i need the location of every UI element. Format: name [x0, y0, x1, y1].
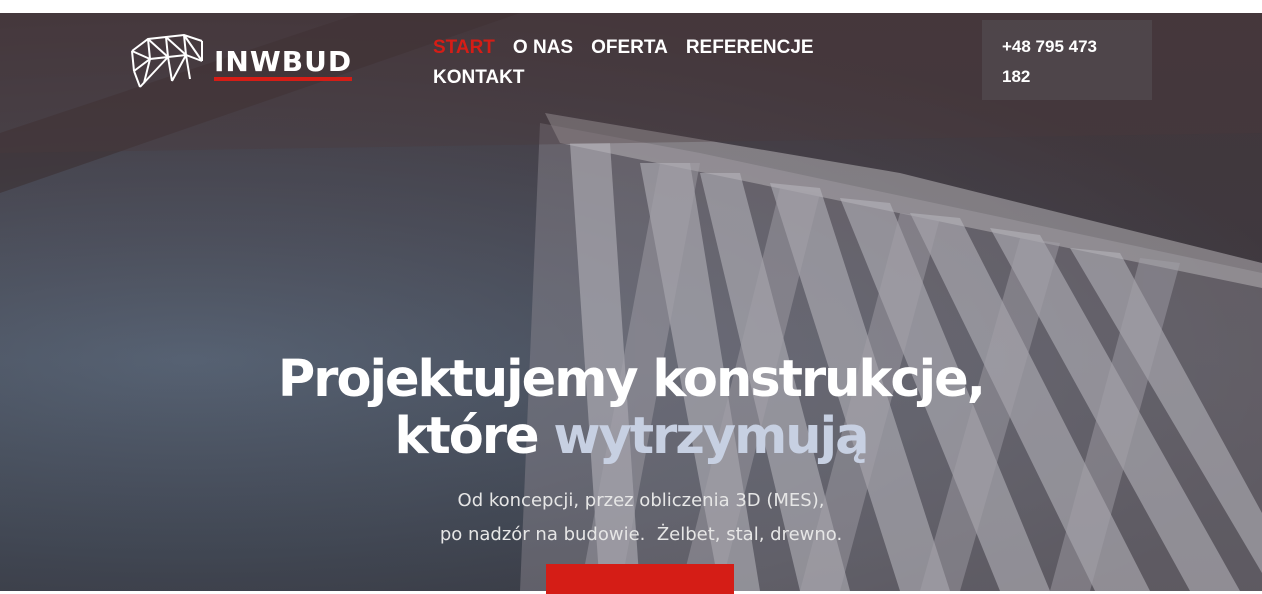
nav-item-o-nas[interactable]: O NAS: [513, 33, 573, 63]
brand-name: INWBUD: [214, 45, 353, 81]
hero-subtitle: Od koncepcji, przez obliczenia 3D (MES),…: [0, 484, 1262, 552]
subtitle-line-1: Od koncepcji, przez obliczenia 3D (MES),: [457, 490, 825, 511]
nav-item-kontakt[interactable]: KONTAKT: [433, 63, 524, 93]
headline-accent: wytrzymują: [553, 407, 869, 466]
nav-item-start[interactable]: START: [433, 33, 495, 63]
brand-logo[interactable]: INWBUD: [128, 31, 353, 91]
main-nav: START O NAS OFERTA REFERENCJE KONTAKT: [433, 33, 853, 93]
hero-section: INWBUD START O NAS OFERTA REFERENCJE KONTAKT…: [0, 13, 1262, 591]
truss-structure-icon: [131, 33, 203, 88]
headline-line-2: które wytrzymują: [0, 408, 1262, 465]
nav-item-oferta[interactable]: OFERTA: [591, 33, 668, 63]
headline-plain: które: [394, 407, 539, 466]
cta-button[interactable]: [546, 564, 734, 594]
headline-line-1: Projektujemy konstrukcje,: [277, 350, 986, 409]
hero-headline: Projektujemy konstrukcje, które wytrzymu…: [0, 351, 1262, 465]
nav-item-referencje[interactable]: REFERENCJE: [686, 33, 814, 63]
subtitle-line-2: po nadzór na budowie. Żelbet, stal, drew…: [439, 524, 843, 545]
phone-line-2: 182: [1002, 67, 1031, 86]
phone-line-1: +48 795 473: [1002, 37, 1098, 56]
phone-button[interactable]: +48 795 473 182: [982, 20, 1152, 100]
